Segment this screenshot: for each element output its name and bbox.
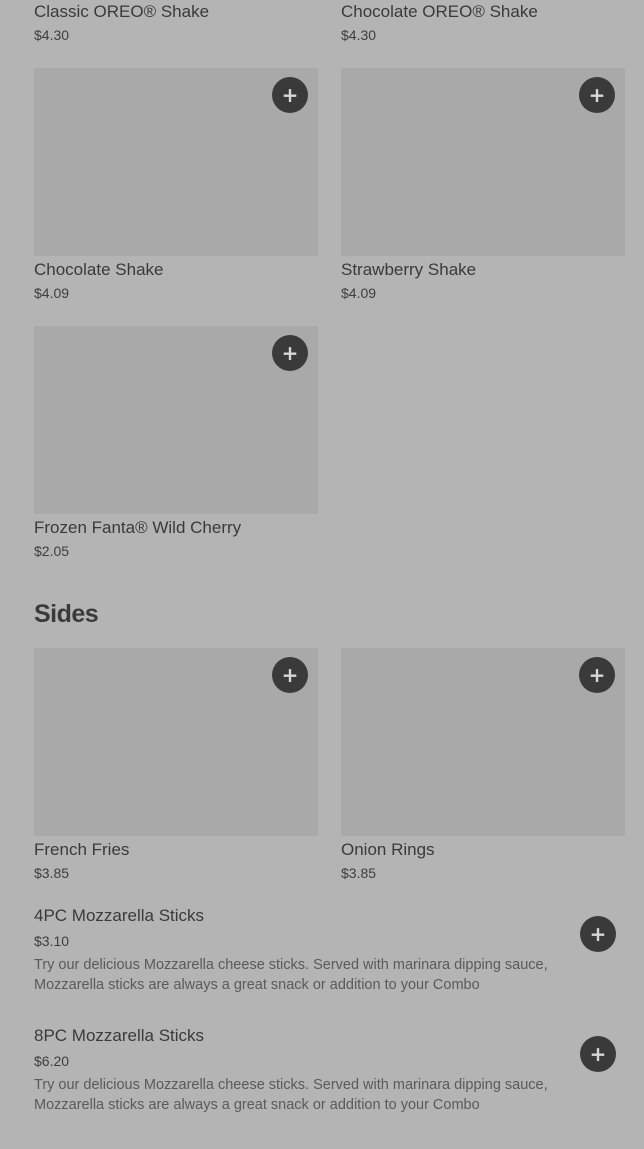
menu-item-card[interactable]: Chocolate OREO® Shake $4.30 xyxy=(341,0,625,43)
menu-item-card[interactable]: + Chocolate Shake $4.09 xyxy=(34,68,318,301)
add-item-button[interactable]: + xyxy=(579,77,615,113)
item-price: $4.30 xyxy=(34,27,70,43)
add-item-button[interactable]: + xyxy=(272,335,308,371)
item-price: $6.20 xyxy=(34,1053,70,1069)
plus-icon: + xyxy=(589,1042,607,1066)
add-item-button[interactable]: + xyxy=(272,77,308,113)
item-description: Try our delicious Mozzarella cheese stic… xyxy=(34,957,548,993)
menu-item-card[interactable]: + French Fries $3.85 xyxy=(34,648,318,881)
item-image: + xyxy=(341,68,625,256)
item-image: + xyxy=(341,648,625,836)
item-name: Strawberry Shake xyxy=(341,260,477,279)
menu-item-card[interactable]: Classic OREO® Shake $4.30 xyxy=(34,0,318,43)
add-item-button[interactable]: + xyxy=(272,657,308,693)
plus-icon: + xyxy=(589,922,607,946)
plus-icon: + xyxy=(588,83,606,107)
item-description: Try our delicious Mozzarella cheese stic… xyxy=(34,1077,548,1113)
item-image: + xyxy=(34,68,318,256)
add-item-button[interactable]: + xyxy=(580,916,616,952)
add-item-button[interactable]: + xyxy=(579,657,615,693)
item-price: $3.85 xyxy=(341,865,377,881)
item-name: Onion Rings xyxy=(341,840,435,859)
section-title: Sides xyxy=(34,600,99,628)
item-price: $4.09 xyxy=(34,285,70,301)
plus-icon: + xyxy=(588,663,606,687)
item-name: French Fries xyxy=(34,840,130,859)
item-name: Classic OREO® Shake xyxy=(34,2,210,21)
plus-icon: + xyxy=(281,341,299,365)
item-price: $2.05 xyxy=(34,543,70,559)
item-price: $3.10 xyxy=(34,933,70,949)
menu-item-row[interactable]: 8PC Mozzarella Sticks $6.20 Try our deli… xyxy=(34,1026,616,1115)
item-name: Frozen Fanta® Wild Cherry xyxy=(34,518,242,537)
menu-item-card[interactable]: + Frozen Fanta® Wild Cherry $2.05 xyxy=(34,326,318,559)
item-name: 4PC Mozzarella Sticks xyxy=(34,906,205,925)
menu-item-row[interactable]: 4PC Mozzarella Sticks $3.10 Try our deli… xyxy=(34,906,616,995)
item-image: + xyxy=(34,326,318,514)
item-name: 8PC Mozzarella Sticks xyxy=(34,1026,205,1045)
item-name: Chocolate OREO® Shake xyxy=(341,2,538,21)
item-price: $3.85 xyxy=(34,865,70,881)
item-price: $4.30 xyxy=(341,27,377,43)
plus-icon: + xyxy=(281,663,299,687)
plus-icon: + xyxy=(281,83,299,107)
add-item-button[interactable]: + xyxy=(580,1036,616,1072)
menu-item-card[interactable]: + Onion Rings $3.85 xyxy=(341,648,625,881)
item-name: Chocolate Shake xyxy=(34,260,164,279)
item-image: + xyxy=(34,648,318,836)
item-price: $4.09 xyxy=(341,285,377,301)
menu-item-card[interactable]: + Strawberry Shake $4.09 xyxy=(341,68,625,301)
